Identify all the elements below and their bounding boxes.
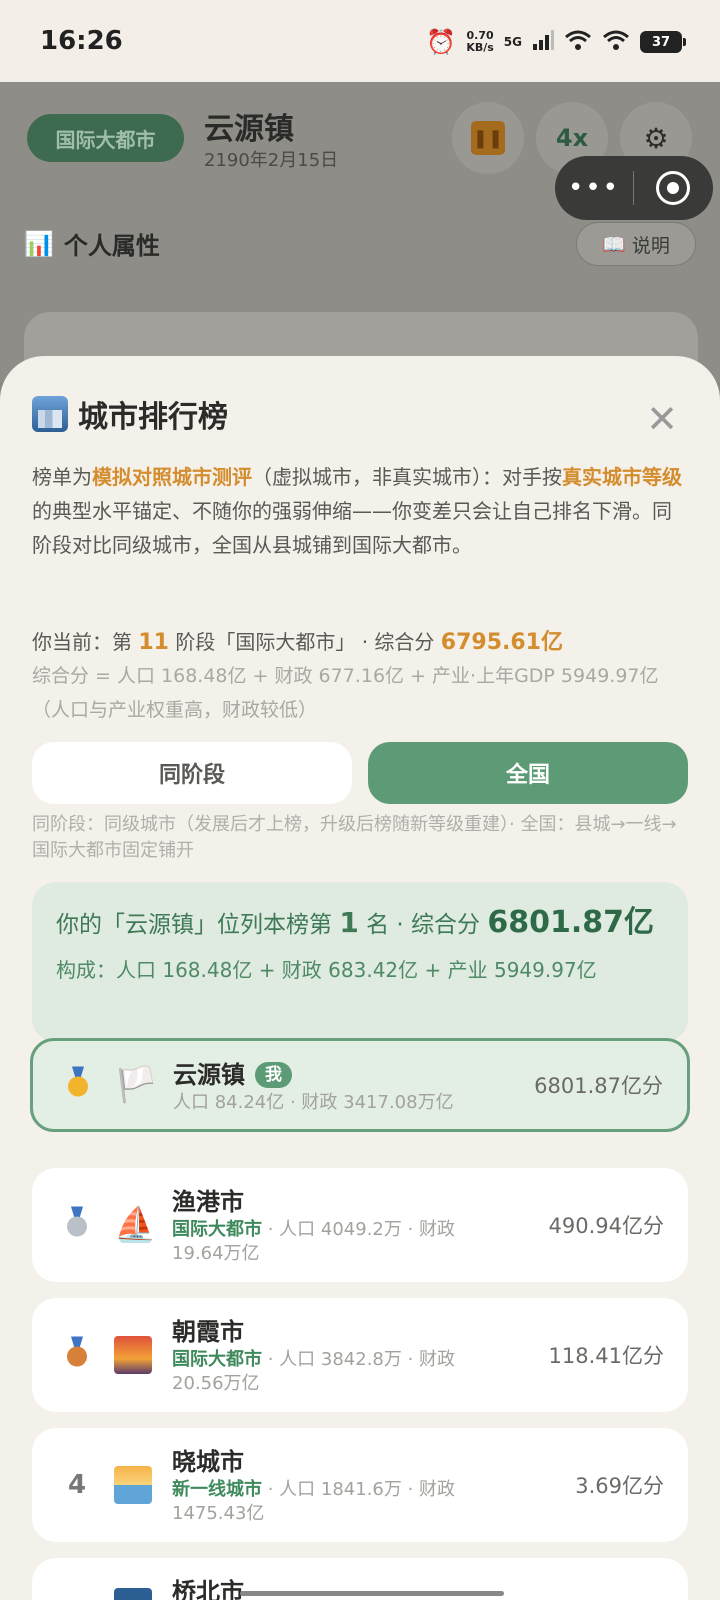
me-badge: 我 [255,1062,292,1088]
help-label: 说明 [631,234,670,257]
sheet-title: 城市排行榜 [32,392,228,436]
ranking-row-self[interactable]: 🏳️ 云源镇我 人口 84.24亿 · 财政 3417.08万亿 6801.87… [30,1038,690,1132]
ranking-sheet: 城市排行榜 ✕ 榜单为模拟对照城市测评（虚拟城市，非真实城市）：对手按真实城市等… [0,356,720,1600]
rank-cell [61,1067,95,1104]
section-title-text: 个人属性 [63,232,160,260]
score-formula: 综合分 = 人口 168.48亿 + 财政 677.16亿 + 产业·上年GDP… [32,665,659,721]
ranking-row[interactable]: 朝霞市 国际大都市 · 人口 3842.8万 · 财政 20.56万亿 118.… [32,1298,688,1412]
net-speed: 0.70 KB/s [466,30,493,54]
pause-button[interactable]: ❚❚ [452,102,524,174]
bar-chart-icon: 📊 [24,229,54,258]
tab-note: 同阶段：同级城市（发展后才上榜，升级后榜随新等级重建）· 全国：县城→一线→国际… [32,814,677,861]
rank-summary-card: 你的「云源镇」位列本榜第 1 名 · 综合分 6801.87亿 构成：人口 16… [32,882,688,1042]
silver-medal-icon [65,1207,89,1237]
net-speed-unit: KB/s [466,41,494,54]
status-bar: 16:26 ⏰ 0.70 KB/s 5G 37 [0,0,720,82]
city-stats: 人口 84.24亿 · 财政 3417.08万亿 [173,1092,454,1113]
bronze-medal-icon [65,1337,89,1367]
city-stats: 国际大都市 · 人口 4049.2万 · 财政 19.64万亿 [172,1218,502,1266]
city-score: 3.69亿分 [575,1474,664,1498]
wifi-icon [602,29,630,55]
battery-icon: 37 [640,31,686,53]
wifi-icon [564,29,592,55]
city-score: 118.41亿分 [548,1344,664,1368]
status-time: 16:26 [40,26,123,56]
city-name: 云源镇我 [173,1055,292,1090]
section-title: 📊 个人属性 [24,226,160,261]
white-flag-icon: 🏳️ [115,1065,158,1105]
score-composition: 构成：人口 168.48亿 + 财政 683.42亿 + 产业 5949.97亿 [56,958,597,982]
rank-number: 4 [67,1470,87,1500]
current-stage-number: 11 [138,630,169,655]
city-name: 桥北市 [172,1578,244,1600]
book-icon: 📖 [602,233,626,256]
intro-part: 榜单为 [32,465,92,489]
current-prefix: 你当前：第 [32,630,132,654]
tab-same-stage[interactable]: 同阶段 [32,742,352,804]
city-icon [114,1588,152,1600]
sailboat-icon: ⛵ [114,1205,157,1245]
city-tier: 国际大都市 [172,1349,262,1370]
alarm-icon: ⏰ [426,28,457,56]
status-icons: ⏰ 0.70 KB/s 5G 37 [426,28,686,56]
close-miniprogram-button[interactable] [634,171,712,205]
summary-rank: 1 [339,906,359,939]
tab-national[interactable]: 全国 [368,742,688,804]
gold-medal-icon [66,1067,90,1097]
stage-badge: 国际大都市 [27,114,184,162]
home-indicator[interactable] [240,1591,504,1596]
ranking-row[interactable]: ⛵ 渔港市 国际大都市 · 人口 4049.2万 · 财政 19.64万亿 49… [32,1168,688,1282]
city-name-text: 云源镇 [173,1061,245,1089]
more-menu-icon[interactable]: ••• [555,173,633,203]
city-name: 朝霞市 [172,1318,244,1346]
pause-icon: ❚❚ [471,121,505,155]
help-button[interactable]: 📖 说明 [576,222,696,266]
background-app: 国际大都市 云源镇 2190年2月15日 ❚❚ 4x ⚙ ••• 📊 个人属性 … [0,82,720,402]
sunset-icon [114,1336,152,1374]
ranking-row[interactable]: 4 晓城市 新一线城市 · 人口 1841.6万 · 财政 1475.43亿 3… [32,1428,688,1542]
target-icon [656,171,690,205]
rank-cell [60,1337,94,1374]
scope-tabs: 同阶段 全国 [32,742,688,804]
intro-highlight: 真实城市等级 [562,465,682,489]
current-score: 6795.61亿 [440,630,563,655]
game-date: 2190年2月15日 [204,150,339,171]
intro-text: 榜单为模拟对照城市测评（虚拟城市，非真实城市）：对手按真实城市等级的典型水平锚定… [32,460,688,562]
city-score: 490.94亿分 [548,1214,664,1238]
city-name: 渔港市 [172,1188,244,1216]
battery-level: 37 [651,34,671,50]
sheet-title-text: 城市排行榜 [78,400,228,435]
city-stats: 国际大都市 · 人口 3842.8万 · 财政 20.56万亿 [172,1348,502,1396]
close-icon: ✕ [646,397,678,441]
intro-highlight: 模拟对照城市测评 [92,465,252,489]
network-type: 5G [503,35,522,49]
gear-icon: ⚙ [643,121,669,155]
close-button[interactable]: ✕ [644,400,680,438]
cityscape-icon [32,396,68,432]
rank-summary: 你的「云源镇」位列本榜第 1 名 · 综合分 6801.87亿 [56,900,664,948]
city-tier: 新一线城市 [172,1479,262,1500]
city-name: 晓城市 [172,1448,244,1476]
signal-icon [532,30,554,54]
intro-part: （虚拟城市，非真实城市）：对手按 [252,465,562,489]
current-stage-line: 你当前：第 11 阶段「国际大都市」 · 综合分 6795.61亿 [32,624,563,656]
rank-cell [60,1207,94,1244]
miniprogram-capsule: ••• [555,156,713,220]
city-tier: 国际大都市 [172,1219,262,1240]
town-name: 云源镇 [204,112,294,147]
city-stats: 新一线城市 · 人口 1841.6万 · 财政 1475.43亿 [172,1478,502,1526]
summary-score: 6801.87亿 [487,905,654,940]
intro-part: 的典型水平锚定、不随你的强弱伸缩——你变差只会让自己排名下滑。同阶段对比同级城市… [32,499,672,557]
sunrise-icon [114,1466,152,1504]
summary-prefix: 你的「云源镇」位列本榜第 [56,912,332,938]
city-score: 6801.87亿分 [534,1074,663,1098]
summary-mid: 名 · 综合分 [366,912,481,938]
current-stage-text: 阶段「国际大都市」 · 综合分 [175,630,435,654]
